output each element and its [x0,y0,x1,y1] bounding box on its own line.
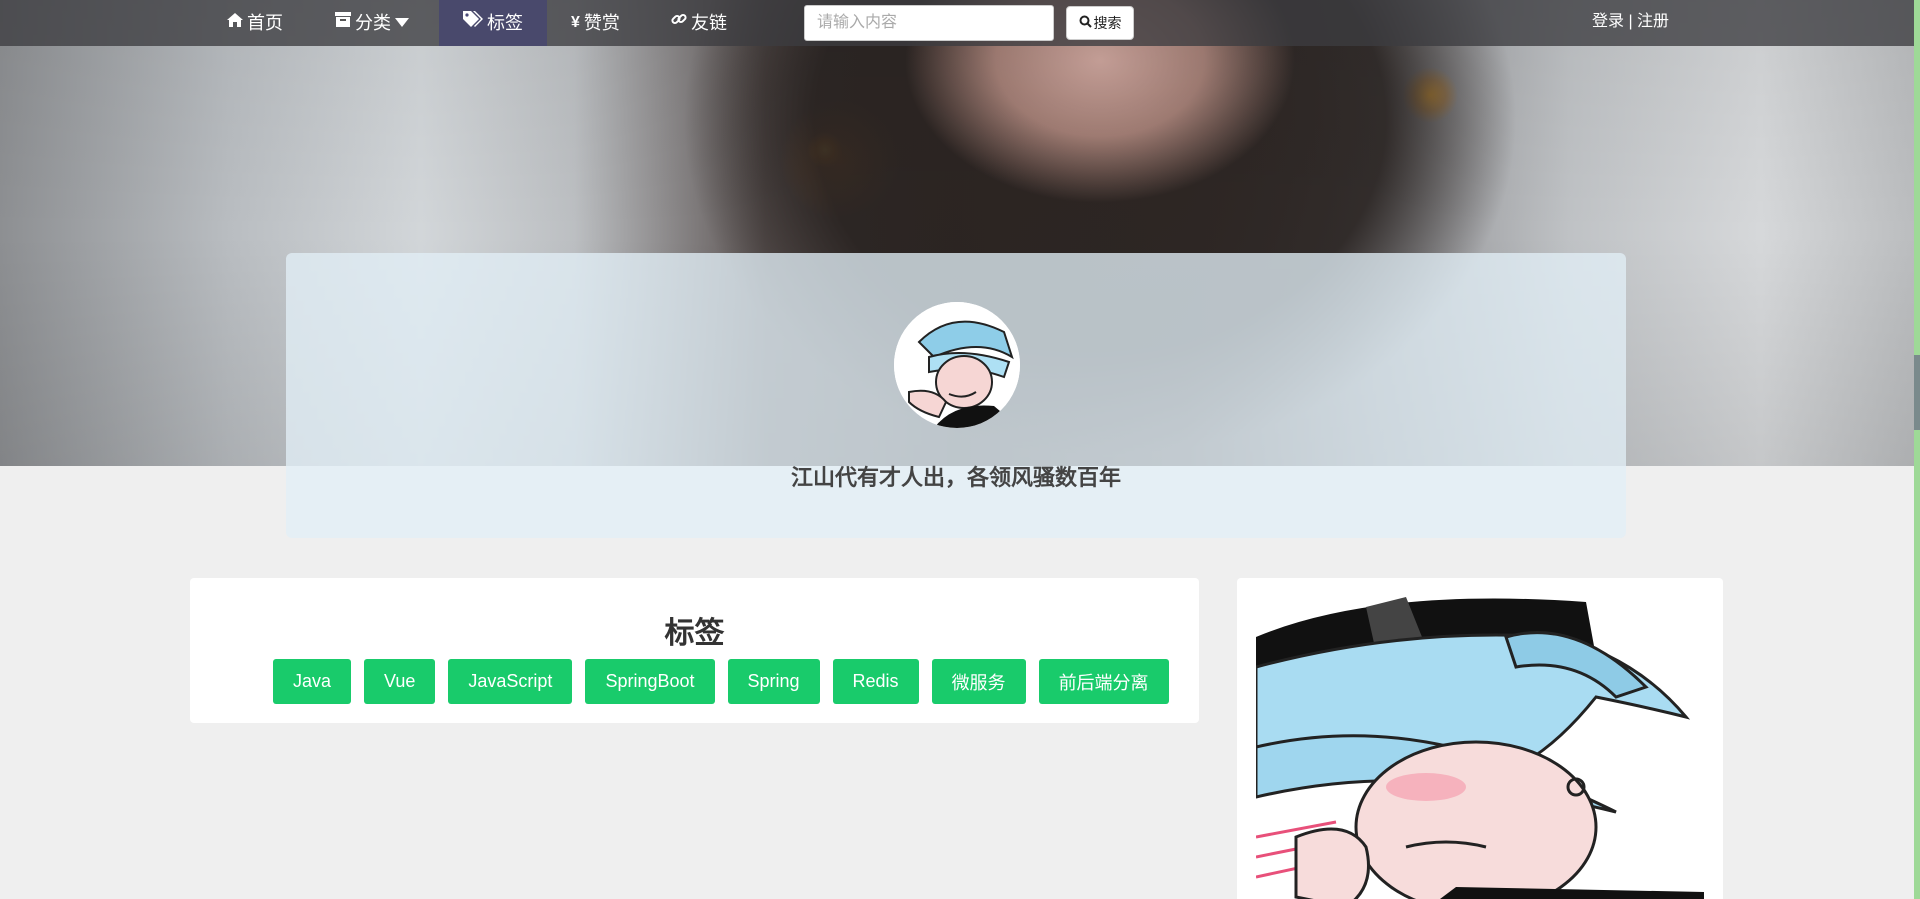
nav-category-label: 分类 [355,13,391,33]
tag-panel: 标签 Java Vue JavaScript SpringBoot Spring… [190,578,1199,723]
auth-links[interactable]: 登录 | 注册 [1592,0,1669,44]
tag-frontend-backend-separation[interactable]: 前后端分离 [1038,659,1169,704]
nav-tags-label: 标签 [487,13,523,33]
link-icon [671,2,687,44]
profile-illustration [1256,597,1704,899]
page-scrollbar[interactable] [1914,0,1920,899]
search-button-label: 搜索 [1093,15,1122,31]
tag-redis[interactable]: Redis [832,659,919,704]
nav-tags[interactable]: 标签 [439,0,547,46]
home-icon [227,2,243,44]
nav-reward[interactable]: ¥ 赞赏 [571,0,620,46]
nav-links-label: 友链 [691,13,727,33]
search-button[interactable]: 搜索 [1066,6,1134,40]
archive-icon [335,2,351,44]
motto-text: 江山代有才人出，各领风骚数百年 [790,465,1121,490]
tag-panel-title: 标签 [664,617,725,650]
search-input[interactable] [804,5,1054,41]
nav-home[interactable]: 首页 [227,0,283,46]
tag-java[interactable]: Java [273,659,352,704]
tag-microservices[interactable]: 微服务 [931,659,1026,704]
top-navigation: 首页 分类 标签 ¥ 赞赏 友链 搜索 登录 | 注册 [0,0,1914,46]
nav-reward-label: 赞赏 [583,13,620,33]
tag-springboot[interactable]: SpringBoot [585,659,715,704]
search-icon [1079,15,1092,31]
avatar [894,302,1020,428]
tag-list: Java Vue JavaScript SpringBoot Spring Re… [273,659,1169,704]
tag-javascript[interactable]: JavaScript [448,659,573,704]
nav-category[interactable]: 分类 [335,0,409,46]
nav-links[interactable]: 友链 [671,0,727,46]
avatar-illustration [894,302,1020,428]
tag-spring[interactable]: Spring [727,659,820,704]
yen-icon: ¥ [571,14,580,31]
nav-home-label: 首页 [247,13,283,33]
side-profile-panel [1237,578,1723,899]
page-scrollbar-thumb[interactable] [1914,355,1920,430]
intro-card: 江山代有才人出，各领风骚数百年 [286,253,1626,538]
tag-vue[interactable]: Vue [364,659,436,704]
tags-icon [463,2,483,44]
caret-down-icon [395,2,409,44]
